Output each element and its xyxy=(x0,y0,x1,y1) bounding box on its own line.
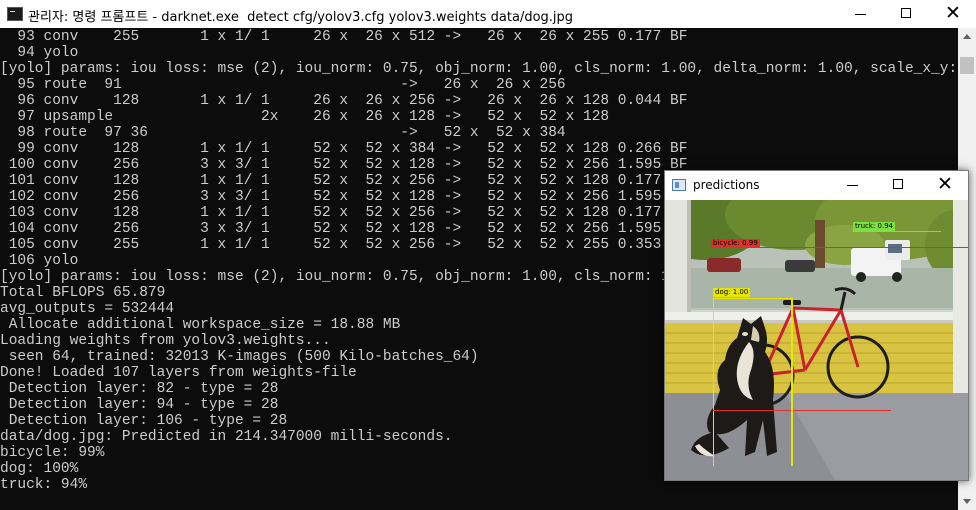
maximize-button[interactable] xyxy=(884,0,930,28)
detection-box xyxy=(713,298,793,466)
predictions-title: predictions xyxy=(693,178,760,192)
console-line: 95 route 91 -> 26 x 26 x 256 xyxy=(0,77,566,93)
console-line: 94 yolo xyxy=(0,45,79,61)
console-line: 97 upsample 2x 26 x 26 x 128 -> 52 x 52 … xyxy=(0,109,610,125)
dog-box-right-edge xyxy=(791,298,793,466)
maximize-icon xyxy=(893,179,903,189)
console-line: 96 conv 128 1 x 1/ 1 26 x 26 x 256 -> 26… xyxy=(0,93,688,109)
scrollbar-thumb[interactable] xyxy=(960,57,974,74)
close-button[interactable]: ✕ xyxy=(930,0,976,28)
scroll-up-arrow-icon[interactable] xyxy=(958,28,976,45)
minimize-icon xyxy=(855,14,866,15)
minimize-button[interactable] xyxy=(838,0,884,28)
predictions-titlebar[interactable]: predictions ✕ xyxy=(665,171,968,200)
detection-label: truck: 0.94 xyxy=(853,222,896,231)
close-icon: ✕ xyxy=(937,173,953,195)
scroll-down-arrow-icon[interactable] xyxy=(958,493,976,510)
cmd-icon xyxy=(7,7,23,21)
detection-label: dog: 1.00 xyxy=(713,288,751,297)
console-line: 98 route 97 36 -> 52 x 52 x 384 xyxy=(0,125,566,141)
prediction-image: bicycle: 0.99 dog: 1.00 truck: 0.94 xyxy=(665,200,968,480)
window-title: 관리자: 명령 프롬프트 - darknet.exe detect cfg/yo… xyxy=(28,10,574,25)
console-line: 99 conv 128 1 x 1/ 1 52 x 52 x 384 -> 52… xyxy=(0,141,688,157)
predictions-maximize-button[interactable] xyxy=(876,171,922,200)
predictions-close-button[interactable]: ✕ xyxy=(922,171,968,200)
minimize-icon xyxy=(847,185,858,186)
console-line: 93 conv 255 1 x 1/ 1 26 x 26 x 512 -> 26… xyxy=(0,29,688,45)
detection-label: bicycle: 0.99 xyxy=(711,239,760,248)
console-line: [yolo] params: iou loss: mse (2), iou_no… xyxy=(0,61,958,77)
maximize-icon xyxy=(901,8,911,18)
predictions-minimize-button[interactable] xyxy=(830,171,876,200)
predictions-window[interactable]: predictions ✕ bicycle: 0.99 dog: 1.00 tr… xyxy=(664,170,969,481)
image-icon xyxy=(672,179,686,191)
bicycle-box-bottom-edge xyxy=(713,410,891,411)
detection-box xyxy=(853,231,941,261)
console-titlebar[interactable]: 관리자: 명령 프롬프트 - darknet.exe detect cfg/yo… xyxy=(0,0,976,28)
close-icon: ✕ xyxy=(945,2,961,24)
